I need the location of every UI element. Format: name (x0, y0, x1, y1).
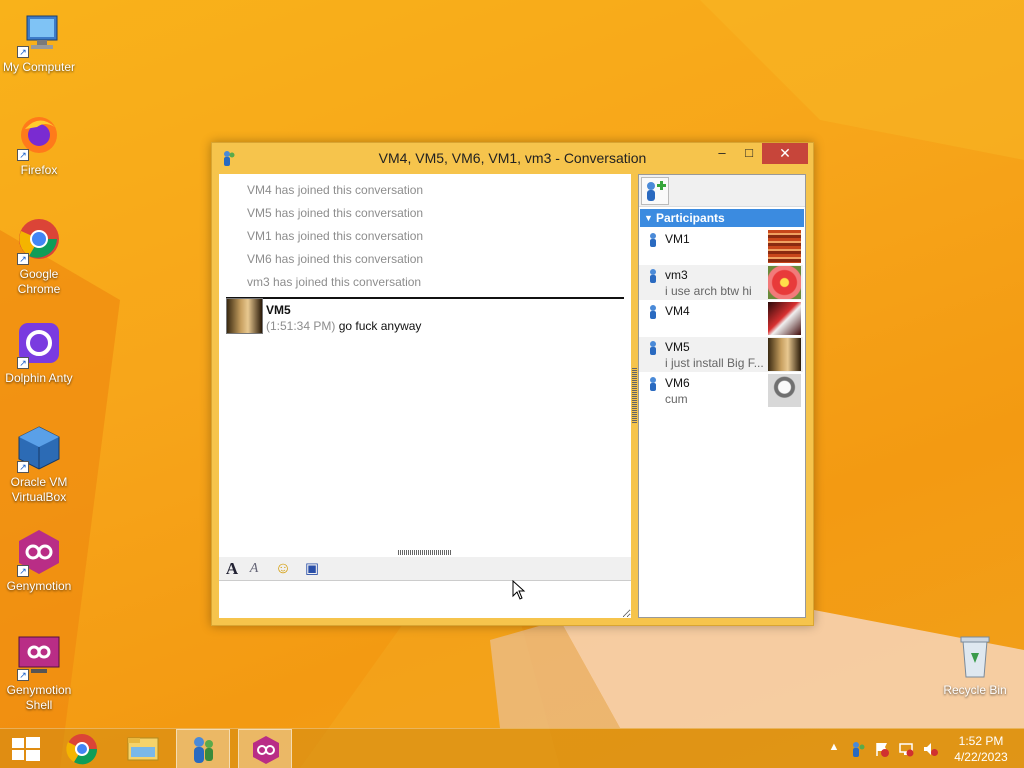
resize-handle-vertical[interactable] (632, 368, 637, 423)
resize-handle-horizontal[interactable] (398, 550, 452, 555)
emoticon-icon[interactable]: ☺ (273, 560, 293, 578)
participant-avatar (768, 266, 801, 299)
save-icon[interactable]: ▣ (302, 560, 322, 578)
taskbar-file-explorer[interactable] (116, 729, 170, 768)
buddy-status-icon (650, 233, 656, 247)
message-timestamp: (1:51:34 PM) (266, 319, 336, 333)
font-color-icon[interactable]: A (244, 560, 264, 578)
chat-history[interactable]: VM4 has joined this conversation VM5 has… (219, 174, 631, 618)
conversation-window: VM4, VM5, VM6, VM1, vm3 - Conversation –… (211, 142, 814, 626)
taskbar-chrome[interactable] (55, 729, 109, 768)
my-computer-icon: ↗ (15, 10, 63, 58)
messenger-tray-icon[interactable] (850, 741, 866, 757)
buddy-status-icon (650, 269, 656, 283)
sender-avatar (226, 298, 263, 334)
virtualbox-icon: ↗ (15, 425, 63, 473)
participants-header[interactable]: ▼ Participants (640, 209, 804, 227)
close-button[interactable]: ✕ (762, 143, 808, 164)
windows-logo-icon (12, 737, 40, 761)
system-message: VM5 has joined this conversation (247, 206, 424, 220)
chrome-icon: ↗ (15, 217, 63, 265)
participant-item[interactable]: VM4 (639, 301, 803, 336)
font-icon[interactable]: A (222, 560, 242, 578)
taskbar-genymotion[interactable] (238, 729, 292, 768)
clock-date: 4/22/2023 (954, 750, 1008, 764)
system-message: VM1 has joined this conversation (247, 229, 424, 243)
desktop-icon-firefox[interactable]: ↗ Firefox (0, 113, 78, 178)
network-icon[interactable] (898, 741, 914, 757)
desktop-icon-chrome[interactable]: ↗ Google Chrome (0, 217, 78, 297)
action-center-icon[interactable] (874, 741, 890, 757)
taskbar: ▲ 1:52 PM 4/22/2023 (0, 728, 1024, 768)
participant-name: VM6 (665, 376, 690, 390)
buddy-status-icon (650, 377, 656, 391)
desktop-icon-dolphin-anty[interactable]: ↗ Dolphin Anty (0, 321, 78, 386)
maximize-button[interactable]: □ (736, 143, 762, 164)
message-text: go fuck anyway (338, 319, 422, 333)
start-button[interactable] (0, 729, 54, 768)
minimize-button[interactable]: – (709, 143, 735, 164)
message-line: (1:51:34 PM) go fuck anyway (266, 319, 421, 333)
genymotion-icon (253, 736, 279, 764)
participant-avatar (768, 374, 801, 407)
add-user-icon (647, 181, 666, 201)
participants-panel: ▼ Participants VM1 vm3 i use arch btw hi… (638, 174, 806, 618)
chrome-icon (66, 734, 98, 765)
clock-time: 1:52 PM (958, 734, 1004, 748)
system-clock[interactable]: 1:52 PM 4/22/2023 (948, 733, 1014, 765)
buddy-status-icon (650, 305, 656, 319)
participants-toolbar (639, 175, 805, 207)
participant-item[interactable]: VM1 (639, 229, 803, 264)
desktop-icon-virtualbox[interactable]: ↗ Oracle VM VirtualBox (0, 425, 78, 505)
participant-item[interactable]: VM5 i just install Big F... (639, 337, 803, 372)
desktop-icon-genymotion[interactable]: ↗ Genymotion (0, 529, 78, 594)
message-sender: VM5 (266, 303, 291, 317)
participant-status: i just install Big F... (665, 356, 764, 370)
dolphin-anty-icon: ↗ (15, 321, 63, 369)
volume-muted-icon[interactable] (922, 741, 938, 757)
participant-name: VM5 (665, 340, 690, 354)
new-messages-divider (226, 297, 624, 299)
system-message: VM4 has joined this conversation (247, 183, 424, 197)
collapse-triangle-icon: ▼ (644, 213, 653, 223)
mouse-cursor-icon (512, 580, 526, 600)
message-input[interactable] (219, 582, 631, 618)
participant-status: i use arch btw hi (665, 284, 752, 298)
add-participant-button[interactable] (641, 177, 669, 205)
show-hidden-icons[interactable]: ▲ (826, 741, 842, 757)
system-message: VM6 has joined this conversation (247, 252, 424, 266)
firefox-icon: ↗ (15, 113, 63, 161)
title-bar[interactable]: VM4, VM5, VM6, VM1, vm3 - Conversation –… (212, 143, 813, 173)
participant-avatar (768, 338, 801, 371)
format-toolbar: A A ☺ ▣ (219, 557, 631, 581)
participant-avatar (768, 230, 801, 263)
folder-icon (127, 737, 159, 761)
participant-name: vm3 (665, 268, 688, 282)
taskbar-messenger[interactable] (176, 729, 230, 768)
desktop-icon-my-computer[interactable]: ↗ My Computer (0, 10, 78, 75)
desktop-icon-recycle-bin[interactable]: Recycle Bin (936, 633, 1014, 698)
desktop-icon-genymotion-shell[interactable]: ↗ Genymotion Shell (0, 633, 78, 713)
participant-status: cum (665, 392, 688, 406)
system-message: vm3 has joined this conversation (247, 275, 422, 289)
participant-item[interactable]: VM6 cum (639, 373, 803, 408)
recycle-bin-icon (951, 633, 999, 681)
messenger-buddies-icon (194, 737, 213, 763)
genymotion-icon: ↗ (15, 529, 63, 577)
buddy-status-icon (650, 341, 656, 355)
participant-name: VM1 (665, 232, 690, 246)
genymotion-shell-icon: ↗ (15, 633, 63, 681)
participant-item[interactable]: vm3 i use arch btw hi (639, 265, 803, 300)
participant-name: VM4 (665, 304, 690, 318)
participant-avatar (768, 302, 801, 335)
